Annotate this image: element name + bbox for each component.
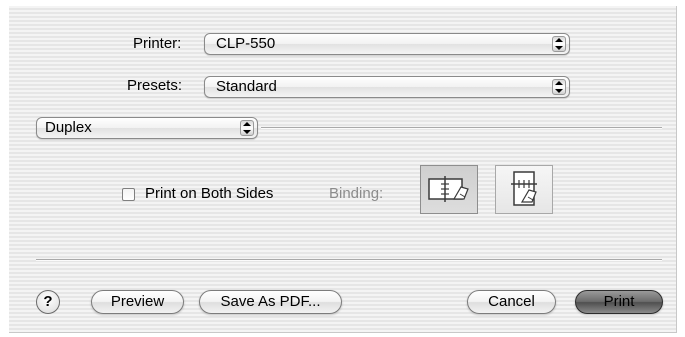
footer-separator bbox=[36, 259, 662, 261]
presets-popup[interactable]: Standard bbox=[204, 76, 570, 98]
printer-label: Printer: bbox=[133, 35, 182, 52]
section-popup[interactable]: Duplex bbox=[36, 117, 258, 139]
print-both-sides-checkbox[interactable] bbox=[122, 188, 135, 201]
preview-button[interactable]: Preview bbox=[91, 290, 184, 314]
printer-popup[interactable]: CLP-550 bbox=[204, 33, 570, 55]
section-separator bbox=[261, 127, 662, 129]
print-both-sides-label[interactable]: Print on Both Sides bbox=[145, 184, 273, 204]
long-edge-binding-icon bbox=[428, 176, 469, 202]
section-value: Duplex bbox=[45, 119, 92, 136]
cancel-button[interactable]: Cancel bbox=[467, 290, 556, 314]
help-button[interactable]: ? bbox=[36, 290, 60, 314]
save-as-pdf-button[interactable]: Save As PDF... bbox=[199, 290, 342, 314]
print-dialog: Printer: CLP-550 Presets: Standard Duple… bbox=[9, 6, 677, 333]
binding-long-edge-button[interactable] bbox=[420, 165, 478, 214]
presets-value: Standard bbox=[216, 78, 277, 95]
presets-label: Presets: bbox=[127, 77, 183, 94]
popup-arrows-icon bbox=[552, 79, 566, 95]
short-edge-binding-icon bbox=[511, 171, 537, 206]
printer-value: CLP-550 bbox=[216, 35, 276, 52]
binding-short-edge-button[interactable] bbox=[495, 165, 553, 214]
binding-label: Binding: bbox=[329, 185, 384, 202]
print-button[interactable]: Print bbox=[575, 290, 663, 314]
popup-arrows-icon bbox=[552, 36, 566, 52]
popup-arrows-icon bbox=[240, 120, 254, 136]
